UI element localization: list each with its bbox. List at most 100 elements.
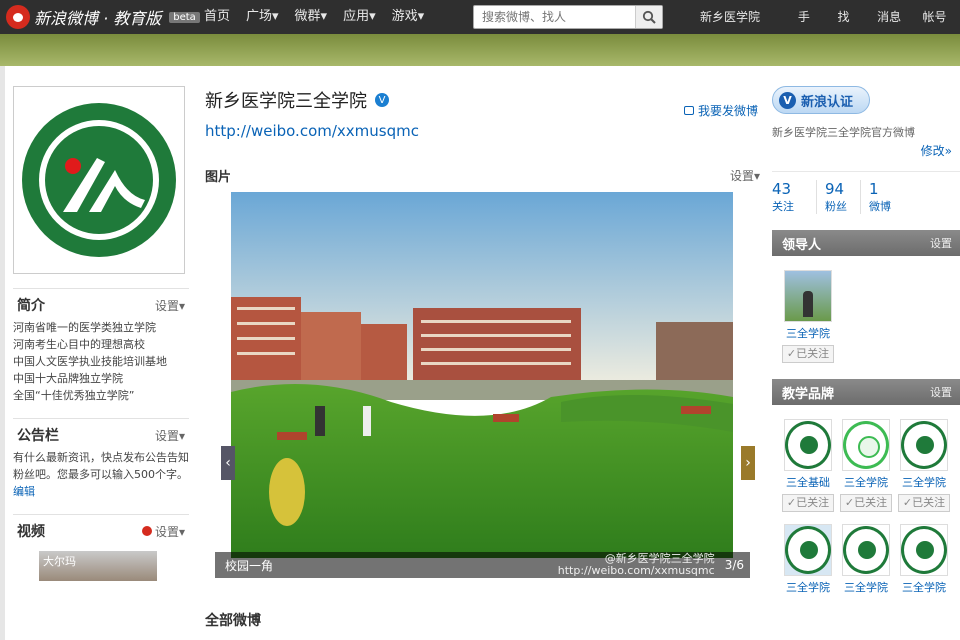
brand-avatar[interactable] xyxy=(784,524,832,576)
follow-status-button[interactable]: ✓已关注 xyxy=(898,494,950,512)
main-nav: 首页 广场▾ 微群▾ 应用▾ 游戏▾ xyxy=(196,0,432,34)
notice-section: 公告栏 设置▾ 有什么最新资讯，快点发布公告告知粉丝吧。您最多可以输入500个字… xyxy=(13,418,189,500)
brand-name[interactable]: 三全基础 xyxy=(782,474,834,490)
edit-link[interactable]: 修改» xyxy=(921,144,952,158)
intro-line: 中国十大品牌独立学院 xyxy=(13,372,123,385)
brand-name[interactable]: 三全学院 xyxy=(782,579,834,595)
video-settings-link[interactable]: 设置▾ xyxy=(141,523,185,540)
weibo-eye-icon xyxy=(141,525,152,536)
brand-list-row2: 三全学院 三全学院 三全学院 xyxy=(772,512,960,595)
brand-avatar[interactable] xyxy=(842,419,890,471)
weibo-logo[interactable]: 新浪微博 · 教育版 beta xyxy=(6,5,200,29)
emblem-icon xyxy=(785,421,831,469)
brand-avatar[interactable] xyxy=(900,524,948,576)
nav-groups[interactable]: 微群▾ xyxy=(287,0,336,34)
brand-name[interactable]: 三全学院 xyxy=(840,579,892,595)
photo-prev-button[interactable]: ‹ xyxy=(221,446,235,480)
speech-bubble-icon xyxy=(683,106,694,115)
search-box xyxy=(473,5,663,29)
intro-title: 简介 xyxy=(17,298,45,314)
pictures-title: 图片 xyxy=(205,169,232,185)
pictures-settings-link[interactable]: 设置▾ xyxy=(730,167,760,184)
photo-next-button[interactable]: › xyxy=(741,446,755,480)
follow-status-label: 已关注 xyxy=(854,496,888,509)
emblem-icon xyxy=(785,526,831,574)
campus-photo[interactable] xyxy=(231,192,733,558)
search-icon xyxy=(642,10,656,24)
brand-avatar[interactable] xyxy=(842,524,890,576)
follow-status-label: 已关注 xyxy=(796,496,830,509)
intro-line: 中国人文医学执业技能培训基地 xyxy=(13,355,167,368)
brand-avatar[interactable] xyxy=(784,419,832,471)
video-thumbnail[interactable]: 大尔玛 xyxy=(39,551,157,581)
stat-posts[interactable]: 1 微博 xyxy=(860,180,904,214)
brand-card: 三全学院 xyxy=(840,524,892,595)
search-input[interactable] xyxy=(474,6,634,28)
top-navigation-bar: 新浪微博 · 教育版 beta 首页 广场▾ 微群▾ 应用▾ 游戏▾ 新乡医学院… xyxy=(0,0,960,58)
search-button[interactable] xyxy=(635,6,662,28)
leader-avatar[interactable] xyxy=(784,270,832,322)
post-weibo-label: 我要发微博 xyxy=(697,104,758,118)
nav-profile[interactable]: 新乡医学院三... xyxy=(692,0,790,58)
intro-line: 河南省唯一的医学类独立学院 xyxy=(13,321,156,334)
nav-find-people[interactable]: 找人 xyxy=(829,0,869,58)
verification-label: 新浪认证 xyxy=(801,94,854,110)
follow-status-button[interactable]: ✓已关注 xyxy=(840,494,892,512)
leaders-title: 领导人 xyxy=(782,237,822,253)
photo-watermark: @新乡医学院三全学院 http://weibo.com/xxmusqmc xyxy=(558,553,715,577)
nav-messages[interactable]: 消息▾ xyxy=(869,0,914,58)
verified-icon: V xyxy=(779,91,796,109)
follow-status-label: 已关注 xyxy=(912,496,946,509)
notice-settings-link[interactable]: 设置▾ xyxy=(155,427,185,444)
intro-text: 河南省唯一的医学类独立学院 河南考生心目中的理想高校 中国人文医学执业技能培训基… xyxy=(13,319,189,404)
nav-games[interactable]: 游戏▾ xyxy=(384,0,433,34)
intro-line: 河南考生心目中的理想高校 xyxy=(13,338,145,351)
nav-apps[interactable]: 应用▾ xyxy=(335,0,384,34)
notice-edit-link[interactable]: 编辑 xyxy=(13,485,35,498)
stat-label: 关注 xyxy=(772,200,794,213)
verification-description: 新乡医学院三全学院官方微博 xyxy=(772,126,915,139)
stat-value: 94 xyxy=(825,180,845,198)
notice-title: 公告栏 xyxy=(17,428,59,444)
nav-account[interactable]: 帐号▾ xyxy=(915,0,960,58)
video-thumb-text: 大尔玛 xyxy=(43,555,76,568)
logo-text: 新浪微博 · 教育版 xyxy=(34,9,162,28)
photo-counter: 3/6 xyxy=(724,558,744,572)
account-nav: 新乡医学院三... 手机 找人 消息▾ 帐号▾ xyxy=(692,0,960,58)
campus-photo-image xyxy=(231,192,733,558)
profile-avatar[interactable] xyxy=(13,86,185,274)
brand-name[interactable]: 三全学院 xyxy=(898,474,950,490)
stat-following[interactable]: 43 关注 xyxy=(772,180,816,214)
intro-settings-link[interactable]: 设置▾ xyxy=(155,297,185,314)
video-section: 视频 设置▾ 大尔玛 xyxy=(13,514,189,581)
photo-caption: 校园一角 xyxy=(225,558,274,573)
brand-list: 三全基础 ✓已关注 三全学院 ✓已关注 三全学院 ✓已关注 xyxy=(772,405,960,512)
leader-name[interactable]: 三全学院 xyxy=(782,325,834,341)
emblem-icon xyxy=(843,526,889,574)
stat-label: 微博 xyxy=(869,200,891,213)
notice-text: 有什么最新资讯，快点发布公告告知粉丝吧。您最多可以输入500个字。编辑 xyxy=(13,449,189,500)
video-title: 视频 xyxy=(17,524,45,540)
brand-name[interactable]: 三全学院 xyxy=(898,579,950,595)
nav-mobile[interactable]: 手机 xyxy=(790,0,830,58)
brand-card: 三全基础 ✓已关注 xyxy=(782,419,834,512)
leaders-settings-link[interactable]: 设置 xyxy=(930,235,952,251)
brand-title: 教学品牌 xyxy=(782,386,835,402)
brand-card: 三全学院 xyxy=(898,524,950,595)
follow-status-button[interactable]: ✓已关注 xyxy=(782,494,834,512)
leader-card: 三全学院 ✓已关注 xyxy=(782,270,834,363)
nav-home[interactable]: 首页 xyxy=(196,0,238,34)
post-weibo-link[interactable]: 我要发微博 xyxy=(683,102,758,119)
profile-url-link[interactable]: http://weibo.com/xxmusqmc xyxy=(205,122,419,140)
photo-caption-bar: 校园一角 @新乡医学院三全学院 http://weibo.com/xxmusqm… xyxy=(215,552,750,578)
leaders-list: 三全学院 ✓已关注 xyxy=(772,256,960,363)
brand-settings-link[interactable]: 设置 xyxy=(930,384,952,400)
brand-avatar[interactable] xyxy=(900,419,948,471)
verified-icon: V xyxy=(375,93,389,107)
stat-followers[interactable]: 94 粉丝 xyxy=(816,180,860,214)
brand-name[interactable]: 三全学院 xyxy=(840,474,892,490)
sina-verification-badge[interactable]: V 新浪认证 xyxy=(772,86,870,114)
follow-status-button[interactable]: ✓已关注 xyxy=(782,345,834,363)
follow-status-label: 已关注 xyxy=(796,347,830,360)
nav-square[interactable]: 广场▾ xyxy=(238,0,287,34)
